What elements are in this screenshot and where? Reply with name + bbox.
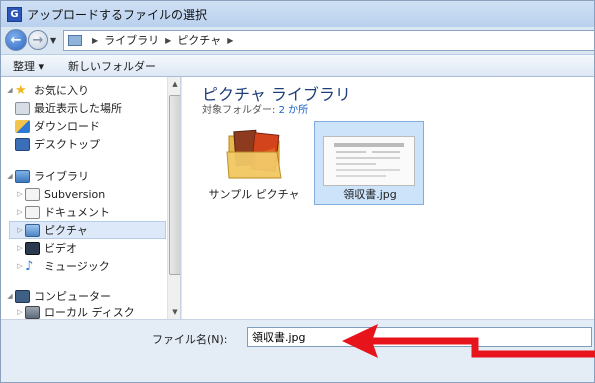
star-icon: ★ bbox=[15, 82, 27, 98]
collapse-icon[interactable]: ▷ bbox=[15, 308, 25, 316]
tree-label: お気に入り bbox=[34, 84, 89, 97]
tree-label: ビデオ bbox=[44, 242, 77, 255]
folder-icon bbox=[226, 129, 282, 179]
document-icon bbox=[25, 205, 40, 219]
library-subtitle: 対象フォルダー: 2 か所 bbox=[202, 101, 308, 116]
downloads-icon bbox=[15, 119, 30, 133]
tree-item-videos[interactable]: ▷ ビデオ bbox=[15, 239, 77, 257]
tree-label: Subversion bbox=[44, 187, 106, 201]
tree-item-downloads[interactable]: ダウンロード bbox=[15, 117, 100, 135]
breadcrumb-libraries[interactable]: ライブラリ bbox=[104, 32, 159, 48]
app-icon: G bbox=[7, 6, 22, 22]
collapse-icon[interactable]: ▷ bbox=[15, 262, 25, 270]
file-name: サンプル ピクチャ bbox=[208, 188, 300, 201]
arrow-right-icon: → bbox=[32, 32, 44, 48]
tree-item-subversion[interactable]: ▷ Subversion bbox=[15, 185, 105, 203]
computer-icon bbox=[15, 289, 30, 303]
arrow-left-icon: ← bbox=[10, 32, 22, 48]
breadcrumb-separator-icon[interactable]: ▶ bbox=[227, 36, 233, 45]
address-bar[interactable]: ▶ ライブラリ ▶ ピクチャ ▶ bbox=[63, 29, 594, 51]
tree-label: ローカル ディスク bbox=[44, 306, 135, 319]
organize-button[interactable]: 整理 ▾ bbox=[13, 58, 44, 74]
tree-item-local-disk[interactable]: ▷ ローカル ディスク bbox=[15, 303, 135, 319]
title-bar: G アップロードするファイルの選択 bbox=[1, 1, 594, 27]
document-icon bbox=[25, 187, 40, 201]
desktop-icon bbox=[15, 137, 30, 151]
image-thumbnail bbox=[323, 136, 415, 186]
tree-item-recent[interactable]: 最近表示した場所 bbox=[15, 99, 122, 117]
scroll-down-icon[interactable]: ▼ bbox=[168, 305, 180, 319]
target-folders-link[interactable]: 2 か所 bbox=[279, 105, 309, 116]
tree-label: デスクトップ bbox=[34, 138, 100, 151]
tree-label: ミュージック bbox=[44, 260, 110, 273]
window-title: アップロードするファイルの選択 bbox=[27, 7, 208, 22]
tree-item-music[interactable]: ▷ ♪ ミュージック bbox=[15, 257, 110, 275]
tree-label: ダウンロード bbox=[34, 120, 100, 133]
expand-icon[interactable]: ◢ bbox=[5, 172, 15, 180]
filename-label: ファイル名(N): bbox=[152, 333, 228, 346]
drive-icon bbox=[25, 305, 40, 319]
history-dropdown-icon[interactable]: ▼ bbox=[50, 36, 60, 45]
pictures-icon bbox=[25, 223, 40, 237]
collapse-icon[interactable]: ▷ bbox=[15, 190, 25, 198]
file-list-pane: ピクチャ ライブラリ 対象フォルダー: 2 か所 サンプル ピクチャ 領収書.j… bbox=[182, 77, 594, 319]
tree-item-desktop[interactable]: デスクトップ bbox=[15, 135, 100, 153]
file-name: 領収書.jpg bbox=[343, 188, 397, 201]
tree-item-favorites[interactable]: ◢ ★ お気に入り bbox=[5, 81, 89, 99]
tree-item-documents[interactable]: ▷ ドキュメント bbox=[15, 203, 110, 221]
tree-label: コンピューター bbox=[34, 290, 111, 303]
back-button[interactable]: ← bbox=[5, 29, 27, 51]
collapse-icon[interactable]: ▷ bbox=[15, 226, 25, 234]
video-icon bbox=[25, 241, 40, 255]
file-item-sample-pictures[interactable]: サンプル ピクチャ bbox=[198, 121, 308, 205]
tree-label: ピクチャ bbox=[44, 224, 88, 237]
command-bar: 整理 ▾ 新しいフォルダー bbox=[1, 54, 594, 77]
tree-label: ドキュメント bbox=[44, 206, 110, 219]
music-icon: ♪ bbox=[25, 258, 34, 274]
breadcrumb-separator-icon[interactable]: ▶ bbox=[92, 36, 98, 45]
recent-places-icon bbox=[15, 101, 30, 115]
navigation-pane: ◢ ★ お気に入り 最近表示した場所 ダウンロード デスクトップ ◢ ライブラリ bbox=[1, 77, 181, 319]
collapse-icon[interactable]: ▷ bbox=[15, 208, 25, 216]
breadcrumb-pictures[interactable]: ピクチャ bbox=[177, 32, 221, 48]
tree-label: ライブラリ bbox=[34, 170, 89, 183]
file-item-receipt[interactable]: 領収書.jpg bbox=[314, 121, 424, 205]
scrollbar-thumb[interactable] bbox=[169, 95, 180, 275]
expand-icon[interactable]: ◢ bbox=[5, 86, 15, 94]
scroll-up-icon[interactable]: ▲ bbox=[168, 77, 180, 91]
filename-input[interactable] bbox=[247, 327, 592, 347]
navigation-bar: ← → ▼ ▶ ライブラリ ▶ ピクチャ ▶ bbox=[1, 27, 594, 53]
expand-icon[interactable]: ◢ bbox=[5, 292, 15, 300]
breadcrumb-separator-icon[interactable]: ▶ bbox=[165, 36, 171, 45]
sidebar-scrollbar[interactable]: ▲ ▼ bbox=[167, 77, 180, 319]
target-folders-label: 対象フォルダー: bbox=[202, 105, 276, 116]
receipt-thumbnail-icon bbox=[334, 143, 404, 177]
pictures-folder-icon bbox=[68, 34, 82, 46]
file-open-dialog: G アップロードするファイルの選択 ← → ▼ ▶ ライブラリ ▶ ピクチャ ▶… bbox=[0, 0, 595, 383]
libraries-icon bbox=[15, 169, 30, 183]
dialog-footer: ファイル名(N): bbox=[1, 319, 594, 382]
collapse-icon[interactable]: ▷ bbox=[15, 244, 25, 252]
tree-item-libraries[interactable]: ◢ ライブラリ bbox=[5, 167, 89, 185]
tree-label: 最近表示した場所 bbox=[34, 102, 122, 115]
tree-item-pictures[interactable]: ▷ ピクチャ bbox=[15, 221, 88, 239]
forward-button[interactable]: → bbox=[28, 30, 48, 50]
new-folder-button[interactable]: 新しいフォルダー bbox=[68, 58, 156, 74]
